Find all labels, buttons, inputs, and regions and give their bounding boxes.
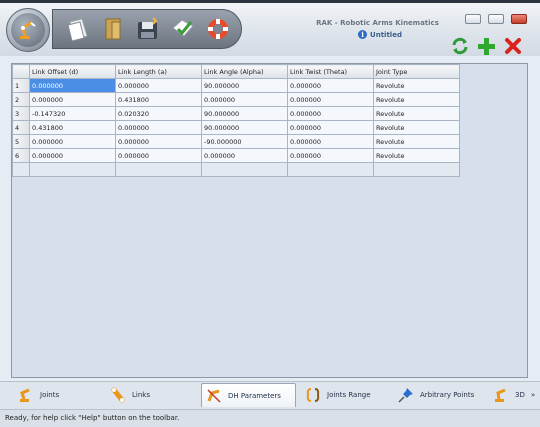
app-title: RAK - Robotic Arms Kinematics: [316, 19, 439, 27]
header-row: Link Offset (d) Link Length (a) Link Ang…: [12, 64, 460, 79]
table-cell[interactable]: 0.431800: [29, 120, 116, 135]
column-header[interactable]: Link Offset (d): [29, 64, 116, 79]
tab-label: DH Parameters: [228, 391, 281, 400]
corner-cell: [12, 64, 30, 79]
row-header[interactable]: 4: [12, 120, 30, 135]
links-icon: [110, 387, 126, 403]
tab-label: Joints: [40, 391, 60, 399]
open-folder-icon[interactable]: [99, 14, 129, 44]
table-cell[interactable]: Revolute: [373, 120, 460, 135]
table-row: 6 0.000000 0.000000 0.000000 0.000000 Re…: [12, 148, 460, 163]
app-window: RAK - Robotic Arms Kinematics i Untitled…: [0, 0, 540, 427]
table-cell[interactable]: [373, 162, 460, 177]
check-apply-icon[interactable]: [168, 14, 198, 44]
lifebuoy-help-icon[interactable]: [203, 14, 233, 44]
table-cell[interactable]: 90.000000: [201, 78, 288, 93]
tab-overflow-chevron[interactable]: »: [531, 391, 535, 399]
document-title: i Untitled: [330, 30, 430, 39]
table-cell[interactable]: 0.000000: [115, 148, 202, 163]
table-row: 2 0.000000 0.431800 0.000000 0.000000 Re…: [12, 92, 460, 107]
table-row: 5 0.000000 0.000000 -90.000000 0.000000 …: [12, 134, 460, 149]
table-cell[interactable]: 0.000000: [201, 148, 288, 163]
table-cell[interactable]: Revolute: [373, 78, 460, 93]
table-cell[interactable]: 90.000000: [201, 120, 288, 135]
table-cell[interactable]: 0.000000: [115, 120, 202, 135]
plus-icon[interactable]: [477, 37, 495, 55]
document-name: Untitled: [370, 30, 402, 39]
new-row: [12, 162, 460, 177]
table-cell[interactable]: 0.020320: [115, 106, 202, 121]
window-top-border: [0, 0, 540, 3]
row-header[interactable]: 5: [12, 134, 30, 149]
tab-3d[interactable]: 3D »: [489, 383, 535, 407]
table-cell[interactable]: 0.000000: [115, 78, 202, 93]
table-cell[interactable]: 0.000000: [29, 134, 116, 149]
app-menu-button[interactable]: [6, 8, 50, 52]
column-header[interactable]: Joint Type: [373, 64, 460, 79]
minimize-button[interactable]: [465, 14, 481, 24]
table-cell[interactable]: [201, 162, 288, 177]
close-button[interactable]: [511, 14, 527, 24]
table-row: 1 0.000000 0.000000 90.000000 0.000000 R…: [12, 78, 460, 93]
table-cell[interactable]: 0.000000: [29, 92, 116, 107]
table-cell[interactable]: 0.000000: [29, 78, 116, 93]
column-header[interactable]: Link Twist (Theta): [287, 64, 374, 79]
new-row-header[interactable]: [12, 162, 30, 177]
table-cell[interactable]: Revolute: [373, 148, 460, 163]
row-header[interactable]: 6: [12, 148, 30, 163]
table-cell[interactable]: Revolute: [373, 92, 460, 107]
table-cell[interactable]: -0.147320: [29, 106, 116, 121]
table-cell[interactable]: Revolute: [373, 106, 460, 121]
column-header[interactable]: Link Angle (Alpha): [201, 64, 288, 79]
table-cell[interactable]: -90.000000: [201, 134, 288, 149]
dh-parameters-icon: [206, 388, 222, 404]
quick-access-toolbar: [52, 9, 242, 49]
table-cell[interactable]: [115, 162, 202, 177]
table-row: 3 -0.147320 0.020320 90.000000 0.000000 …: [12, 106, 460, 121]
bottom-tab-bar: Joints Links DH Parameters Joints Range …: [0, 381, 540, 409]
table-cell[interactable]: 0.000000: [287, 92, 374, 107]
joints-range-icon: [305, 387, 321, 403]
table-cell[interactable]: [287, 162, 374, 177]
table-cell[interactable]: 0.000000: [287, 134, 374, 149]
tab-label: 3D: [515, 391, 525, 399]
x-delete-icon[interactable]: [504, 37, 522, 55]
3d-arm-icon: [493, 387, 509, 403]
tab-joints[interactable]: Joints: [14, 383, 92, 407]
refresh-icon[interactable]: [451, 37, 469, 55]
row-header[interactable]: 2: [12, 92, 30, 107]
table-row: 4 0.431800 0.000000 90.000000 0.000000 R…: [12, 120, 460, 135]
tab-dh-parameters[interactable]: DH Parameters: [201, 383, 296, 407]
table-cell[interactable]: 0.000000: [201, 92, 288, 107]
tab-joints-range[interactable]: Joints Range: [301, 383, 387, 407]
table-cell[interactable]: 90.000000: [201, 106, 288, 121]
info-icon: i: [358, 30, 368, 39]
table-cell[interactable]: [29, 162, 116, 177]
grid-table: Link Offset (d) Link Length (a) Link Ang…: [12, 64, 460, 177]
table-cell[interactable]: 0.000000: [287, 106, 374, 121]
tab-label: Links: [132, 391, 150, 399]
status-bar: Ready, for help click "Help" button on t…: [0, 409, 540, 427]
tab-label: Joints Range: [327, 391, 371, 399]
table-cell[interactable]: 0.000000: [287, 148, 374, 163]
table-cell[interactable]: Revolute: [373, 134, 460, 149]
tab-label: Arbitrary Points: [420, 391, 475, 399]
tab-arbitrary-points[interactable]: Arbitrary Points: [394, 383, 486, 407]
table-cell[interactable]: 0.000000: [29, 148, 116, 163]
dh-parameters-grid[interactable]: Link Offset (d) Link Length (a) Link Ang…: [11, 63, 528, 378]
pushpin-icon: [398, 387, 414, 403]
row-header[interactable]: 3: [12, 106, 30, 121]
table-cell[interactable]: 0.000000: [287, 120, 374, 135]
column-header[interactable]: Link Length (a): [115, 64, 202, 79]
joints-icon: [18, 387, 34, 403]
table-cell[interactable]: 0.000000: [287, 78, 374, 93]
table-cell[interactable]: 0.431800: [115, 92, 202, 107]
robot-arm-logo-icon: [11, 13, 45, 47]
row-header[interactable]: 1: [12, 78, 30, 93]
save-disk-icon[interactable]: [133, 14, 163, 44]
table-cell[interactable]: 0.000000: [115, 134, 202, 149]
tab-links[interactable]: Links: [106, 383, 192, 407]
maximize-button[interactable]: [488, 14, 504, 24]
new-document-icon[interactable]: [63, 14, 93, 44]
